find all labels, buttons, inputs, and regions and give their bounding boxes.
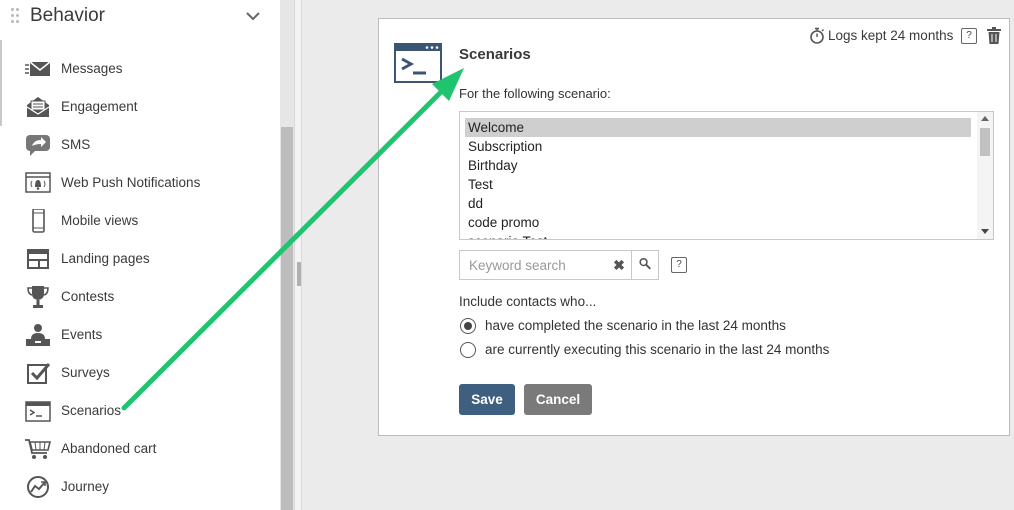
sidebar-item-label: Landing pages bbox=[61, 251, 150, 266]
listbox-scrollbar[interactable] bbox=[977, 112, 993, 239]
radio-completed[interactable] bbox=[460, 318, 476, 334]
panel-title: Scenarios bbox=[459, 46, 531, 63]
scenario-option[interactable]: scenario Test bbox=[465, 232, 971, 239]
sidebar-item-engagement[interactable]: Engagement bbox=[24, 92, 274, 122]
scenario-panel: Scenarios Logs kept 24 months ? For the … bbox=[378, 18, 1010, 436]
sidebar-item-journey[interactable]: Journey bbox=[24, 472, 274, 502]
sidebar-item-contests[interactable]: Contests bbox=[24, 282, 274, 312]
logs-retention-text: Logs kept 24 months bbox=[828, 28, 954, 43]
sidebar-title: Behavior bbox=[30, 5, 105, 26]
panel-splitter[interactable] bbox=[294, 0, 302, 510]
cancel-button[interactable]: Cancel bbox=[524, 384, 592, 415]
help-icon[interactable]: ? bbox=[961, 28, 977, 44]
listbox-scroll-thumb[interactable] bbox=[980, 128, 990, 156]
mobile-phone-icon bbox=[32, 209, 45, 233]
sidebar-item-label: SMS bbox=[61, 137, 91, 152]
terminal-icon bbox=[394, 43, 442, 83]
cart-icon bbox=[25, 439, 52, 459]
sidebar-accent-line bbox=[0, 40, 2, 126]
landing-page-icon bbox=[27, 249, 49, 269]
trophy-icon bbox=[27, 286, 49, 308]
sidebar-scrollbar-thumb[interactable] bbox=[281, 127, 293, 510]
sidebar-item-label: Journey bbox=[61, 479, 110, 494]
option-executing[interactable]: are currently executing this scenario in… bbox=[459, 340, 879, 360]
trash-icon[interactable] bbox=[987, 27, 1001, 44]
scenario-option[interactable]: Test bbox=[465, 175, 971, 194]
scroll-up-icon[interactable] bbox=[981, 116, 989, 121]
terminal-icon bbox=[25, 401, 51, 422]
splitter-grip-icon[interactable] bbox=[297, 262, 301, 286]
sidebar-item-scenarios[interactable]: Scenarios bbox=[24, 396, 274, 426]
sidebar-header: Behavior bbox=[0, 0, 280, 40]
sidebar-item-sms[interactable]: SMS bbox=[24, 130, 274, 160]
scenario-option[interactable]: Birthday bbox=[465, 156, 971, 175]
sidebar-item-web-push[interactable]: Web Push Notifications bbox=[24, 168, 274, 198]
sidebar-item-mobile-views[interactable]: Mobile views bbox=[24, 206, 274, 236]
drag-handle-icon[interactable] bbox=[11, 8, 21, 26]
search-icon[interactable] bbox=[631, 250, 659, 280]
option-label: are currently executing this scenario in… bbox=[485, 342, 830, 357]
keyword-search: ✖ bbox=[459, 250, 659, 280]
sidebar-item-label: Events bbox=[61, 327, 103, 342]
scenario-option[interactable]: Welcome bbox=[465, 118, 971, 137]
sidebar: Behavior Messages Engagement SMS Web Pus… bbox=[0, 0, 280, 510]
option-label: have completed the scenario in the last … bbox=[485, 318, 786, 333]
envelope-icon bbox=[25, 61, 51, 76]
include-label: Include contacts who... bbox=[459, 294, 597, 309]
scroll-down-icon[interactable] bbox=[981, 229, 989, 234]
sidebar-item-label: Messages bbox=[61, 61, 123, 76]
scenario-listbox[interactable]: Welcome Subscription Birthday Test dd co… bbox=[459, 111, 994, 240]
web-push-icon bbox=[25, 172, 51, 193]
sidebar-item-events[interactable]: Events bbox=[24, 320, 274, 350]
scenario-option[interactable]: Subscription bbox=[465, 137, 971, 156]
event-person-icon bbox=[26, 324, 50, 346]
sidebar-item-label: Web Push Notifications bbox=[61, 175, 201, 190]
sidebar-item-label: Contests bbox=[61, 289, 115, 304]
sidebar-item-surveys[interactable]: Surveys bbox=[24, 358, 274, 388]
sidebar-item-abandoned-cart[interactable]: Abandoned cart bbox=[24, 434, 274, 464]
checkbox-icon bbox=[27, 363, 51, 384]
sms-bubble-icon bbox=[26, 135, 50, 156]
sidebar-item-label: Surveys bbox=[61, 365, 110, 380]
sidebar-item-landing-pages[interactable]: Landing pages bbox=[24, 244, 274, 274]
stopwatch-icon bbox=[810, 27, 824, 44]
scenario-label: For the following scenario: bbox=[459, 86, 611, 101]
clear-icon[interactable]: ✖ bbox=[612, 257, 626, 273]
sidebar-item-label: Abandoned cart bbox=[61, 441, 157, 456]
scenario-option[interactable]: code promo bbox=[465, 213, 971, 232]
sidebar-item-label: Engagement bbox=[61, 99, 138, 114]
option-completed[interactable]: have completed the scenario in the last … bbox=[459, 316, 879, 336]
sidebar-item-label: Mobile views bbox=[61, 213, 139, 228]
radio-executing[interactable] bbox=[460, 342, 476, 358]
save-button[interactable]: Save bbox=[459, 384, 515, 415]
open-envelope-icon bbox=[26, 97, 50, 117]
scenario-option[interactable]: dd bbox=[465, 194, 971, 213]
journey-icon bbox=[27, 476, 49, 498]
search-input[interactable] bbox=[461, 252, 609, 278]
sidebar-item-label: Scenarios bbox=[61, 403, 122, 418]
sidebar-item-messages[interactable]: Messages bbox=[24, 54, 274, 84]
chevron-down-icon[interactable] bbox=[245, 10, 261, 22]
search-help-icon[interactable]: ? bbox=[671, 257, 687, 273]
